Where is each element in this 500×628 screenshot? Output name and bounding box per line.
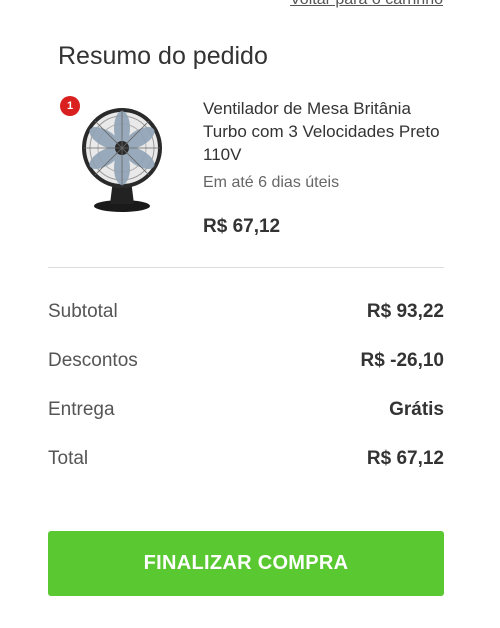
back-to-cart-link[interactable]: Voltar para o carrinho	[290, 0, 443, 9]
product-item: 1 Ventilador de Mesa Britânia Turbo com …	[48, 92, 448, 242]
quantity-badge: 1	[60, 96, 80, 116]
delivery-value: Grátis	[389, 398, 444, 420]
order-summary-page: Voltar para o carrinho Resumo do pedido	[0, 0, 500, 628]
totals-list: Subtotal R$ 93,22 Descontos R$ -26,10 En…	[48, 287, 444, 483]
subtotal-value: R$ 93,22	[366, 300, 444, 322]
discounts-value: R$ -26,10	[360, 349, 444, 371]
total-label: Total	[48, 447, 89, 469]
divider	[48, 267, 444, 268]
discounts-row: Descontos R$ -26,10	[48, 336, 444, 385]
product-price: R$ 67,12	[203, 216, 281, 237]
page-title: Resumo do pedido	[58, 42, 268, 70]
subtotal-row: Subtotal R$ 93,22	[48, 287, 444, 336]
delivery-row: Entrega Grátis	[48, 385, 444, 434]
total-value: R$ 67,12	[366, 447, 444, 469]
total-row: Total R$ 67,12	[48, 434, 444, 483]
subtotal-label: Subtotal	[48, 300, 118, 322]
discounts-label: Descontos	[48, 349, 138, 371]
delivery-label: Entrega	[48, 398, 115, 420]
product-name[interactable]: Ventilador de Mesa Britânia Turbo com 3 …	[203, 97, 443, 166]
delivery-estimate: Em até 6 dias úteis	[203, 174, 340, 191]
checkout-button[interactable]: FINALIZAR COMPRA	[48, 531, 444, 596]
